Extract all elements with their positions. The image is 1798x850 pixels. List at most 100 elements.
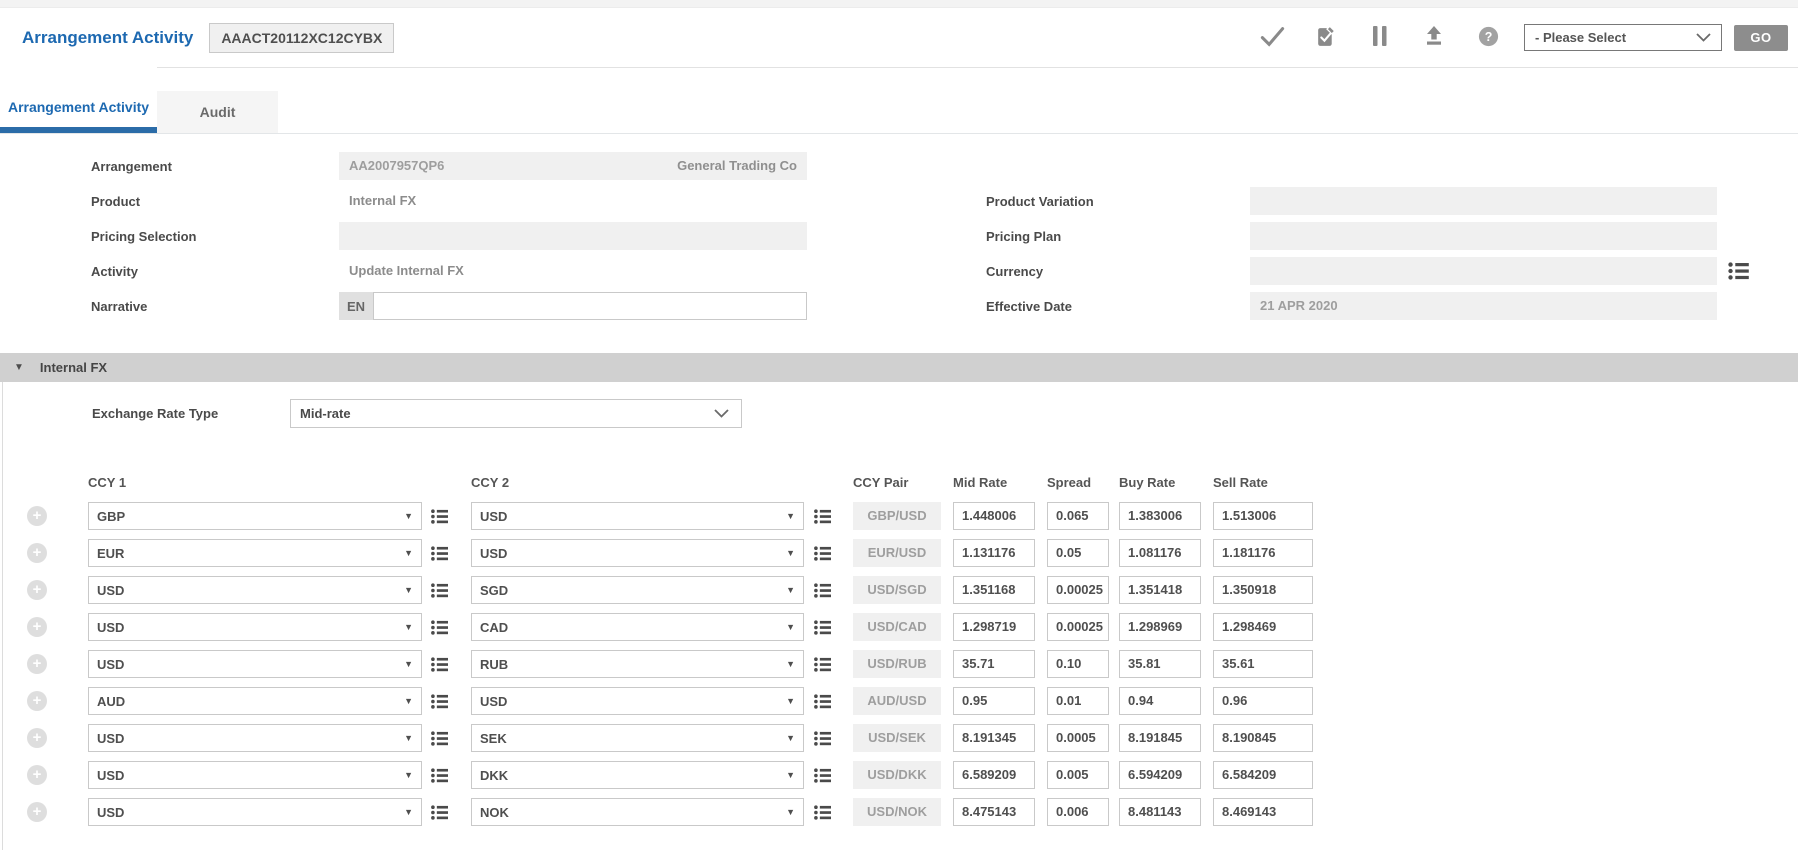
mid-rate-input[interactable]: 1.131176 bbox=[953, 539, 1035, 567]
ccy1-select[interactable]: GBP ▼ bbox=[88, 502, 422, 530]
sell-rate-input[interactable]: 1.298469 bbox=[1213, 613, 1313, 641]
narrative-input[interactable] bbox=[373, 292, 807, 320]
add-row-button[interactable]: + bbox=[27, 654, 47, 674]
mid-rate-input[interactable]: 6.589209 bbox=[953, 761, 1035, 789]
commit-button[interactable] bbox=[1258, 24, 1286, 52]
spread-input[interactable]: 0.065 bbox=[1047, 502, 1109, 530]
sell-rate-input[interactable]: 1.181176 bbox=[1213, 539, 1313, 567]
add-row-button[interactable]: + bbox=[27, 506, 47, 526]
ccy1-lookup-icon[interactable] bbox=[430, 694, 448, 709]
sell-rate-input[interactable]: 35.61 bbox=[1213, 650, 1313, 678]
hold-button[interactable] bbox=[1366, 24, 1394, 52]
ccy2-lookup-icon[interactable] bbox=[813, 731, 831, 746]
buy-rate-input[interactable]: 1.081176 bbox=[1119, 539, 1201, 567]
effective-date-field: 21 APR 2020 bbox=[1250, 292, 1717, 320]
add-row-button[interactable]: + bbox=[27, 728, 47, 748]
sell-rate-input[interactable]: 8.469143 bbox=[1213, 798, 1313, 826]
ccy1-lookup-icon[interactable] bbox=[430, 731, 448, 746]
ccy2-lookup-icon[interactable] bbox=[813, 546, 831, 561]
add-row-button[interactable]: + bbox=[27, 765, 47, 785]
mid-rate-input[interactable]: 1.298719 bbox=[953, 613, 1035, 641]
ccy2-select[interactable]: SEK ▼ bbox=[471, 724, 804, 752]
tab-bar: Arrangement Activity Audit bbox=[0, 68, 1798, 134]
ccy1-lookup-icon[interactable] bbox=[430, 546, 448, 561]
validate-button[interactable] bbox=[1312, 24, 1340, 52]
ccy2-select[interactable]: USD ▼ bbox=[471, 539, 804, 567]
add-row-button[interactable]: + bbox=[27, 580, 47, 600]
sell-rate-input[interactable]: 0.96 bbox=[1213, 687, 1313, 715]
ccy1-lookup-icon[interactable] bbox=[430, 620, 448, 635]
mid-rate-input[interactable]: 0.95 bbox=[953, 687, 1035, 715]
ccy2-lookup-icon[interactable] bbox=[813, 694, 831, 709]
ccy2-lookup-icon[interactable] bbox=[813, 657, 831, 672]
ccy2-select[interactable]: DKK ▼ bbox=[471, 761, 804, 789]
ccy1-lookup-icon[interactable] bbox=[430, 805, 448, 820]
buy-rate-input[interactable]: 35.81 bbox=[1119, 650, 1201, 678]
sell-rate-input[interactable]: 1.513006 bbox=[1213, 502, 1313, 530]
ccy1-select[interactable]: USD ▼ bbox=[88, 798, 422, 826]
upload-button[interactable] bbox=[1420, 24, 1448, 52]
arrangement-field: AA2007957QP6 General Trading Co bbox=[339, 152, 807, 180]
go-button[interactable]: GO bbox=[1734, 25, 1788, 51]
ccy1-select[interactable]: USD ▼ bbox=[88, 650, 422, 678]
ccy1-lookup-icon[interactable] bbox=[430, 657, 448, 672]
add-row-button[interactable]: + bbox=[27, 543, 47, 563]
spread-input[interactable]: 0.0005 bbox=[1047, 724, 1109, 752]
action-select[interactable]: - Please Select bbox=[1524, 24, 1722, 51]
ccy1-select[interactable]: USD ▼ bbox=[88, 724, 422, 752]
sell-rate-input[interactable]: 6.584209 bbox=[1213, 761, 1313, 789]
spread-input[interactable]: 0.01 bbox=[1047, 687, 1109, 715]
spread-input[interactable]: 0.00025 bbox=[1047, 613, 1109, 641]
add-row-button[interactable]: + bbox=[27, 617, 47, 637]
add-row-button[interactable]: + bbox=[27, 691, 47, 711]
buy-rate-input[interactable]: 1.383006 bbox=[1119, 502, 1201, 530]
ccy2-select[interactable]: USD ▼ bbox=[471, 502, 804, 530]
ccy1-lookup-icon[interactable] bbox=[430, 768, 448, 783]
ccy2-lookup-icon[interactable] bbox=[813, 768, 831, 783]
mid-rate-input[interactable]: 8.191345 bbox=[953, 724, 1035, 752]
ccy2-lookup-icon[interactable] bbox=[813, 583, 831, 598]
sell-rate-input[interactable]: 8.190845 bbox=[1213, 724, 1313, 752]
buy-rate-input[interactable]: 0.94 bbox=[1119, 687, 1201, 715]
ccy2-select[interactable]: RUB ▼ bbox=[471, 650, 804, 678]
ccy1-select[interactable]: USD ▼ bbox=[88, 576, 422, 604]
ccy2-select[interactable]: USD ▼ bbox=[471, 687, 804, 715]
ccy1-select[interactable]: AUD ▼ bbox=[88, 687, 422, 715]
ccy2-lookup-icon[interactable] bbox=[813, 509, 831, 524]
spread-input[interactable]: 0.005 bbox=[1047, 761, 1109, 789]
ccy1-lookup-icon[interactable] bbox=[430, 509, 448, 524]
buy-rate-input[interactable]: 8.481143 bbox=[1119, 798, 1201, 826]
mid-rate-input[interactable]: 1.351168 bbox=[953, 576, 1035, 604]
ccy1-value: USD bbox=[97, 731, 124, 746]
mid-rate-input[interactable]: 35.71 bbox=[953, 650, 1035, 678]
ccy2-select[interactable]: SGD ▼ bbox=[471, 576, 804, 604]
sell-rate-input[interactable]: 1.350918 bbox=[1213, 576, 1313, 604]
spread-input[interactable]: 0.05 bbox=[1047, 539, 1109, 567]
mid-rate-input[interactable]: 8.475143 bbox=[953, 798, 1035, 826]
tab-arrangement-activity[interactable]: Arrangement Activity bbox=[0, 67, 157, 133]
spread-input[interactable]: 0.10 bbox=[1047, 650, 1109, 678]
help-button[interactable]: ? bbox=[1474, 24, 1502, 52]
ccy2-select[interactable]: NOK ▼ bbox=[471, 798, 804, 826]
buy-rate-input[interactable]: 1.351418 bbox=[1119, 576, 1201, 604]
add-row-button[interactable]: + bbox=[27, 802, 47, 822]
ccy2-lookup-icon[interactable] bbox=[813, 620, 831, 635]
buy-rate-input[interactable]: 8.191845 bbox=[1119, 724, 1201, 752]
spread-input[interactable]: 0.00025 bbox=[1047, 576, 1109, 604]
ccy1-select[interactable]: EUR ▼ bbox=[88, 539, 422, 567]
spread-input[interactable]: 0.006 bbox=[1047, 798, 1109, 826]
ccy2-value: CAD bbox=[480, 620, 508, 635]
mid-rate-input[interactable]: 1.448006 bbox=[953, 502, 1035, 530]
currency-lookup-icon[interactable] bbox=[1728, 262, 1749, 280]
exchange-rate-type-select[interactable]: Mid-rate bbox=[290, 399, 742, 428]
field-row-arrangement: Arrangement AA2007957QP6 General Trading… bbox=[0, 152, 807, 180]
ccy1-select[interactable]: USD ▼ bbox=[88, 613, 422, 641]
tab-audit[interactable]: Audit bbox=[157, 91, 278, 133]
ccy1-lookup-icon[interactable] bbox=[430, 583, 448, 598]
ccy2-select[interactable]: CAD ▼ bbox=[471, 613, 804, 641]
buy-rate-input[interactable]: 6.594209 bbox=[1119, 761, 1201, 789]
buy-rate-input[interactable]: 1.298969 bbox=[1119, 613, 1201, 641]
ccy2-lookup-icon[interactable] bbox=[813, 805, 831, 820]
internal-fx-section-header[interactable]: ▼ Internal FX bbox=[0, 353, 1798, 382]
ccy1-select[interactable]: USD ▼ bbox=[88, 761, 422, 789]
